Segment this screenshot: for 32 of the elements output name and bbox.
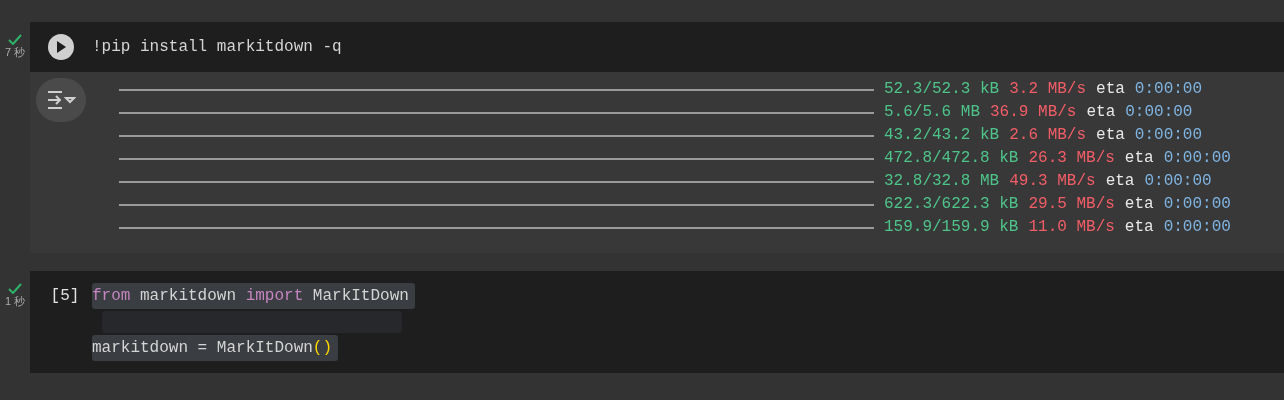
download-speed: 2.6 MB/s: [1009, 125, 1087, 146]
download-size: 472.8/472.8 kB: [884, 148, 1019, 169]
download-size: 5.6/5.6 MB: [884, 102, 980, 123]
download-speed: 29.5 MB/s: [1028, 194, 1115, 215]
eta-label: eta: [1124, 148, 1154, 169]
eta-label: eta: [1096, 125, 1125, 146]
eta-time: 0:00:00: [1144, 171, 1212, 192]
execution-count: [5]: [49, 286, 80, 307]
eta-label: eta: [1124, 217, 1154, 238]
execution-time: 1 秒: [4, 294, 26, 308]
download-speed: 3.2 MB/s: [1009, 79, 1087, 100]
execution-time: 7 秒: [4, 45, 26, 59]
download-size: 159.9/159.9 kB: [884, 217, 1019, 238]
eta-label: eta: [1105, 171, 1135, 192]
download-size: 622.3/622.3 kB: [884, 194, 1019, 215]
download-speed: 49.3 MB/s: [1009, 171, 1096, 192]
download-speed: 36.9 MB/s: [990, 102, 1077, 123]
download-speed: 26.3 MB/s: [1028, 148, 1115, 169]
eta-time: 0:00:00: [1134, 79, 1203, 100]
download-size: 32.8/32.8 MB: [884, 171, 1000, 192]
eta-time: 0:00:00: [1163, 194, 1231, 215]
eta-time: 0:00:00: [1134, 125, 1203, 146]
eta-time: 0:00:00: [1163, 148, 1231, 169]
download-size: 52.3/52.3 kB: [884, 79, 1000, 100]
eta-time: 0:00:00: [1163, 217, 1231, 238]
code-line: !pip install markitdown -q: [92, 37, 342, 58]
eta-label: eta: [1124, 194, 1154, 215]
eta-time: 0:00:00: [1125, 102, 1193, 123]
eta-label: eta: [1086, 102, 1116, 123]
download-speed: 11.0 MB/s: [1028, 217, 1115, 238]
eta-label: eta: [1096, 79, 1125, 100]
download-size: 43.2/43.2 kB: [884, 125, 1000, 146]
